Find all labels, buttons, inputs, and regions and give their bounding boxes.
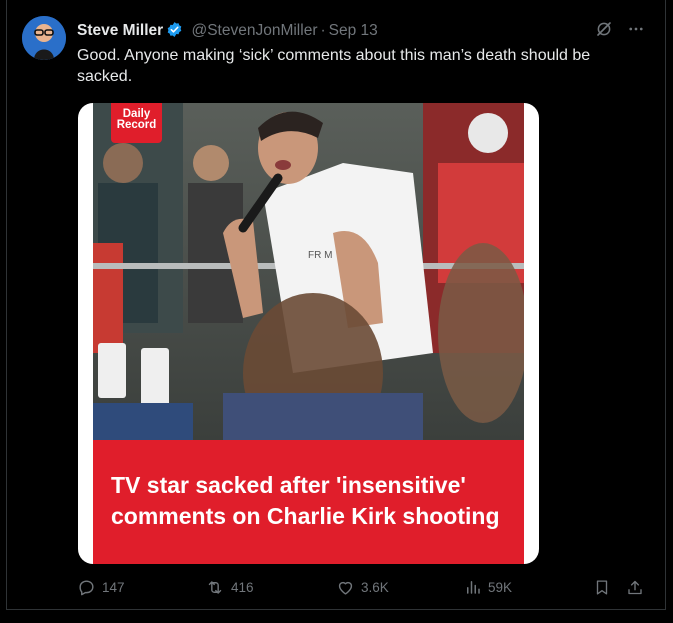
news-photo: FR M xyxy=(93,103,524,440)
top-actions xyxy=(595,20,645,43)
reply-icon xyxy=(77,578,96,597)
share-button[interactable] xyxy=(626,578,644,597)
like-icon xyxy=(336,578,355,597)
author-handle[interactable]: @StevenJonMiller xyxy=(191,22,317,39)
daily-record-logo: Daily Record xyxy=(111,103,162,143)
logo-line-2: Record xyxy=(116,119,157,131)
author-avatar[interactable] xyxy=(22,16,66,60)
views-icon xyxy=(464,578,482,596)
repost-icon xyxy=(205,578,225,597)
views-button[interactable]: 59K xyxy=(464,578,512,596)
grok-icon[interactable] xyxy=(595,20,613,43)
shirt-text: FR M xyxy=(308,250,332,261)
bookmark-button[interactable] xyxy=(593,578,611,597)
reply-count: 147 xyxy=(102,580,125,595)
repost-count: 416 xyxy=(231,580,254,595)
tweet-actions: 147 416 3.6K 59K xyxy=(77,578,647,600)
author-name[interactable]: Steve Miller xyxy=(77,22,163,39)
like-button[interactable]: 3.6K xyxy=(336,578,389,597)
reply-button[interactable]: 147 xyxy=(77,578,125,597)
header-separator: · xyxy=(320,22,326,39)
tweet-media-image[interactable]: FR M Daily Record TV star sacked after '… xyxy=(78,103,539,564)
repost-button[interactable]: 416 xyxy=(205,578,254,597)
bookmark-icon xyxy=(593,578,611,597)
share-icon xyxy=(626,578,644,597)
verified-badge-icon xyxy=(166,21,183,43)
tweet-header: Steve Miller @StevenJonMiller · Sep 13 xyxy=(77,21,378,43)
tweet-text: Good. Anyone making ‘sick’ comments abou… xyxy=(77,47,591,85)
like-count: 3.6K xyxy=(361,580,389,595)
news-headline: TV star sacked after 'insensitive' comme… xyxy=(111,472,500,529)
tweet-date[interactable]: Sep 13 xyxy=(329,22,378,39)
views-count: 59K xyxy=(488,579,513,595)
more-icon[interactable] xyxy=(627,20,645,43)
